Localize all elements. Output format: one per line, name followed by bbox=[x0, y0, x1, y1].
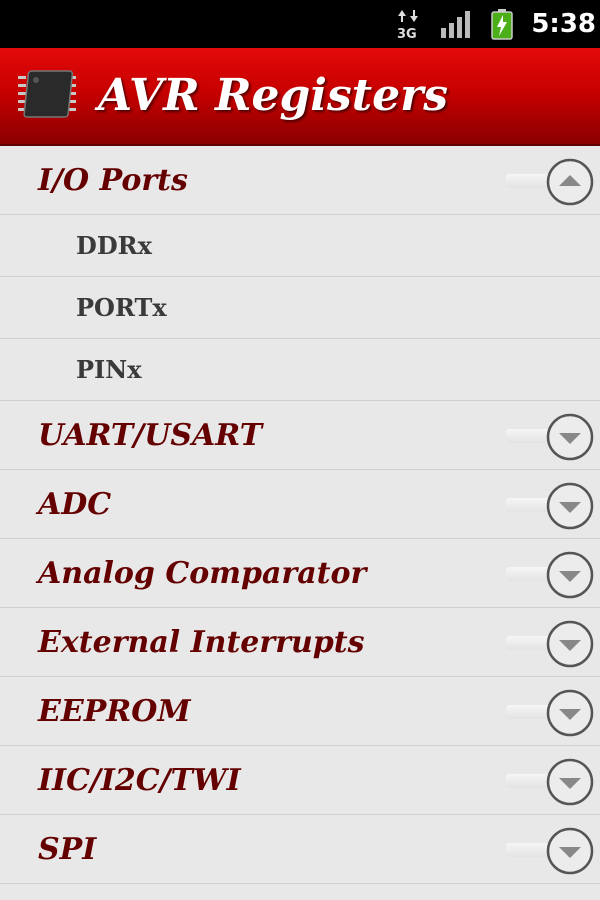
group-row-uart[interactable]: UART/USART bbox=[0, 401, 600, 470]
child-label: PINx bbox=[76, 355, 142, 384]
group-label: EEPROM bbox=[38, 694, 191, 729]
group-row-twi[interactable]: IIC/I2C/TWI bbox=[0, 746, 600, 815]
collapse-arrow-icon[interactable] bbox=[546, 158, 594, 206]
toggle-track bbox=[506, 843, 550, 857]
toggle-track bbox=[506, 498, 550, 512]
toggle-track bbox=[506, 636, 550, 650]
toggle-track bbox=[506, 429, 550, 443]
toggle-track bbox=[506, 174, 550, 188]
group-label: I/O Ports bbox=[38, 163, 188, 198]
expand-arrow-icon[interactable] bbox=[546, 827, 594, 875]
expand-arrow-icon[interactable] bbox=[546, 620, 594, 668]
child-row-portx[interactable]: PORTx bbox=[0, 277, 600, 339]
status-clock: 5:38 bbox=[531, 9, 596, 39]
group-label: ADC bbox=[38, 487, 112, 522]
group-label: UART/USART bbox=[38, 418, 263, 453]
group-row-io-ports[interactable]: I/O Ports bbox=[0, 146, 600, 215]
group-label: Analog Comparator bbox=[38, 556, 367, 591]
group-label: IIC/I2C/TWI bbox=[38, 763, 241, 798]
expand-arrow-icon[interactable] bbox=[546, 482, 594, 530]
group-label: SPI bbox=[38, 832, 97, 867]
battery-charging-icon bbox=[491, 9, 513, 40]
child-row-pinx[interactable]: PINx bbox=[0, 339, 600, 401]
expand-arrow-icon[interactable] bbox=[546, 758, 594, 806]
child-row-ddrx[interactable]: DDRx bbox=[0, 215, 600, 277]
toggle-track bbox=[506, 774, 550, 788]
data-activity-icon: 3G bbox=[397, 10, 418, 40]
child-label: DDRx bbox=[76, 231, 152, 260]
network-type-label: 3G bbox=[397, 27, 417, 40]
group-row-external-interrupts[interactable]: External Interrupts bbox=[0, 608, 600, 677]
group-row-eeprom[interactable]: EEPROM bbox=[0, 677, 600, 746]
group-row-spi[interactable]: SPI bbox=[0, 815, 600, 884]
signal-icon bbox=[441, 11, 470, 38]
group-label: External Interrupts bbox=[38, 625, 365, 660]
expand-arrow-icon[interactable] bbox=[546, 551, 594, 599]
status-bar: 3G 5:38 bbox=[0, 0, 600, 48]
toggle-track bbox=[506, 567, 550, 581]
child-label: PORTx bbox=[76, 293, 167, 322]
expand-arrow-icon[interactable] bbox=[546, 413, 594, 461]
toggle-track bbox=[506, 705, 550, 719]
expand-arrow-icon[interactable] bbox=[546, 689, 594, 737]
chip-icon bbox=[18, 70, 76, 118]
group-row-adc[interactable]: ADC bbox=[0, 470, 600, 539]
app-header: AVR Registers bbox=[0, 48, 600, 146]
app-title: AVR Registers bbox=[98, 70, 449, 121]
register-list: I/O Ports DDRx PORTx PINx UART/USART ADC bbox=[0, 146, 600, 900]
group-row-analog-comparator[interactable]: Analog Comparator bbox=[0, 539, 600, 608]
